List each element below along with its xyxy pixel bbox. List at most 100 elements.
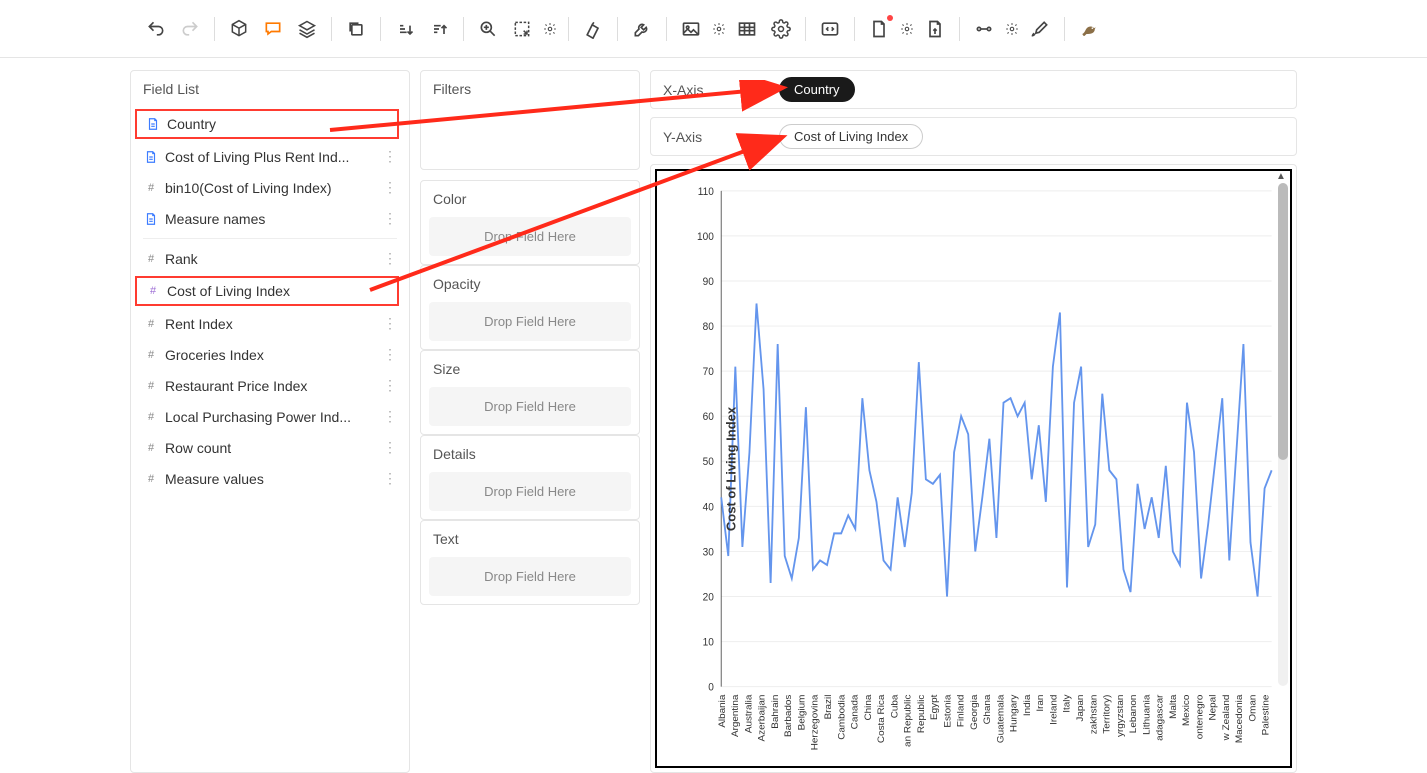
- field-label: Row count: [165, 440, 383, 456]
- gear-icon[interactable]: [1002, 13, 1022, 45]
- cube-icon[interactable]: [223, 13, 255, 45]
- drop-zone[interactable]: Drop Field Here: [429, 557, 631, 596]
- svg-text:Oman: Oman: [1248, 695, 1259, 722]
- brush-icon[interactable]: [1024, 13, 1056, 45]
- config-section-title: Details: [421, 436, 639, 472]
- undo-icon[interactable]: [140, 13, 172, 45]
- field-menu-icon[interactable]: ⋮: [383, 179, 397, 196]
- svg-text:100: 100: [697, 231, 714, 243]
- svg-text:Lebanon: Lebanon: [1128, 695, 1139, 734]
- svg-text:Territory): Territory): [1102, 695, 1113, 734]
- sort-asc-icon[interactable]: [389, 13, 421, 45]
- field-item[interactable]: #Rank⋮: [131, 243, 409, 274]
- sort-desc-icon[interactable]: [423, 13, 455, 45]
- field-label: Country: [167, 116, 389, 132]
- svg-text:zakhstan: zakhstan: [1089, 695, 1100, 735]
- hash-icon: #: [143, 471, 159, 487]
- field-item[interactable]: #Rent Index⋮: [131, 308, 409, 339]
- svg-text:Guatemala: Guatemala: [996, 694, 1007, 743]
- y-axis-row: Y-Axis Cost of Living Index: [650, 117, 1297, 156]
- gear-icon[interactable]: [709, 13, 729, 45]
- export-icon[interactable]: [919, 13, 951, 45]
- filters-title: Filters: [421, 71, 639, 107]
- layers-icon[interactable]: [291, 13, 323, 45]
- svg-text:yrgyzstan: yrgyzstan: [1115, 695, 1126, 737]
- code-icon[interactable]: [814, 13, 846, 45]
- hash-icon: #: [143, 378, 159, 394]
- image-icon[interactable]: [675, 13, 707, 45]
- scrollbar-thumb[interactable]: [1278, 183, 1288, 460]
- drop-zone[interactable]: Drop Field Here: [429, 217, 631, 256]
- resize-icon[interactable]: [506, 13, 538, 45]
- svg-text:Egypt: Egypt: [929, 694, 940, 720]
- field-item[interactable]: Measure names⋮: [131, 203, 409, 234]
- config-section: SizeDrop Field Here: [420, 350, 640, 435]
- field-item[interactable]: #Cost of Living Index: [135, 276, 399, 306]
- wrench-icon[interactable]: [626, 13, 658, 45]
- field-menu-icon[interactable]: ⋮: [383, 408, 397, 425]
- doc-group: [863, 13, 917, 45]
- gear-icon[interactable]: [897, 13, 917, 45]
- svg-text:Finland: Finland: [956, 695, 967, 728]
- x-axis-pill[interactable]: Country: [779, 77, 855, 102]
- table-icon[interactable]: [731, 13, 763, 45]
- field-label: Cost of Living Plus Rent Ind...: [165, 149, 383, 165]
- drop-zone[interactable]: Drop Field Here: [429, 302, 631, 341]
- field-menu-icon[interactable]: ⋮: [383, 439, 397, 456]
- svg-text:110: 110: [698, 185, 714, 197]
- field-menu-icon[interactable]: ⋮: [383, 210, 397, 227]
- link-icon[interactable]: [968, 13, 1000, 45]
- doc-icon: [145, 116, 161, 132]
- drop-zone[interactable]: Drop Field Here: [429, 472, 631, 511]
- bird-icon[interactable]: [1073, 13, 1105, 45]
- field-item[interactable]: #Measure values⋮: [131, 463, 409, 494]
- field-item[interactable]: #Row count⋮: [131, 432, 409, 463]
- field-list-title: Field List: [131, 71, 409, 107]
- field-item[interactable]: Country: [135, 109, 399, 139]
- field-item[interactable]: #bin10(Cost of Living Index)⋮: [131, 172, 409, 203]
- field-label: Rent Index: [165, 316, 383, 332]
- settings-icon[interactable]: [765, 13, 797, 45]
- svg-text:Cambodia: Cambodia: [837, 694, 848, 740]
- svg-text:Iran: Iran: [1036, 695, 1047, 712]
- scrollbar[interactable]: [1278, 183, 1288, 686]
- zoom-in-icon[interactable]: [472, 13, 504, 45]
- config-section-title: Size: [421, 351, 639, 387]
- svg-text:10: 10: [703, 636, 714, 648]
- doc-icon[interactable]: [863, 13, 895, 45]
- y-axis-pill[interactable]: Cost of Living Index: [779, 124, 923, 149]
- redo-icon[interactable]: [174, 13, 206, 45]
- svg-text:20: 20: [703, 591, 714, 603]
- chat-icon[interactable]: [257, 13, 289, 45]
- doc-icon: [143, 149, 159, 165]
- svg-text:Bahrain: Bahrain: [770, 695, 781, 729]
- chart-inner[interactable]: 0102030405060708090100110AlbaniaArgentin…: [655, 169, 1292, 768]
- svg-text:Mexico: Mexico: [1181, 695, 1192, 726]
- svg-text:Barbados: Barbados: [784, 694, 795, 737]
- svg-text:Palestine: Palestine: [1261, 695, 1272, 736]
- svg-text:Republic: Republic: [916, 694, 927, 733]
- svg-text:Ghana: Ghana: [982, 694, 993, 724]
- hash-icon: #: [143, 409, 159, 425]
- field-menu-icon[interactable]: ⋮: [383, 148, 397, 165]
- field-label: bin10(Cost of Living Index): [165, 180, 383, 196]
- field-menu-icon[interactable]: ⋮: [383, 470, 397, 487]
- field-item[interactable]: #Groceries Index⋮: [131, 339, 409, 370]
- gear-icon[interactable]: [540, 13, 560, 45]
- chart-container: 0102030405060708090100110AlbaniaArgentin…: [650, 164, 1297, 773]
- field-item[interactable]: # Local Purchasing Power Ind...⋮: [131, 401, 409, 432]
- svg-text:0: 0: [708, 681, 714, 693]
- field-item[interactable]: Cost of Living Plus Rent Ind...⋮: [131, 141, 409, 172]
- link-group: [968, 13, 1022, 45]
- paint-icon[interactable]: [577, 13, 609, 45]
- drop-zone[interactable]: Drop Field Here: [429, 387, 631, 426]
- copy-icon[interactable]: [340, 13, 372, 45]
- field-menu-icon[interactable]: ⋮: [383, 250, 397, 267]
- field-menu-icon[interactable]: ⋮: [383, 377, 397, 394]
- separator: [959, 17, 960, 41]
- field-item[interactable]: #Restaurant Price Index⋮: [131, 370, 409, 401]
- field-menu-icon[interactable]: ⋮: [383, 315, 397, 332]
- config-section: DetailsDrop Field Here: [420, 435, 640, 520]
- field-menu-icon[interactable]: ⋮: [383, 346, 397, 363]
- field-label: Local Purchasing Power Ind...: [165, 409, 383, 425]
